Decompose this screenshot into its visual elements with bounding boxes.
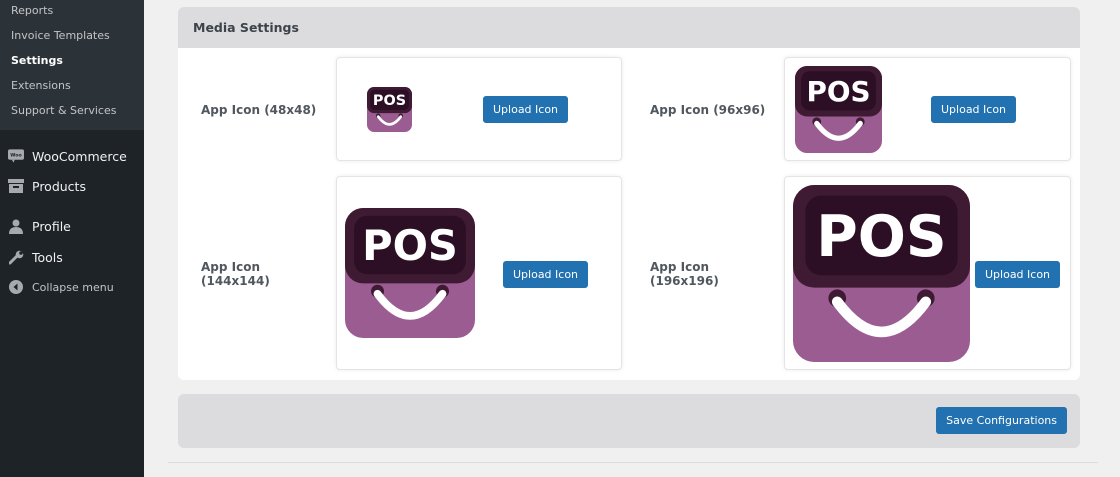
app-icon-196-box: POS Upload Icon (784, 176, 1071, 370)
menu-item-tools[interactable]: Tools (0, 242, 144, 272)
app-icon-144-label: App Icon (144x144) (201, 260, 271, 288)
upload-icon-144-button[interactable]: Upload Icon (503, 261, 589, 288)
save-configurations-button[interactable]: Save Configurations (936, 407, 1067, 434)
pos-app-icon-196: POS (793, 185, 970, 362)
submenu-item-reports[interactable]: Reports (11, 4, 53, 18)
pos-logo-text: POS (806, 75, 870, 108)
app-icon-144-label-text: App Icon (144x144) (201, 260, 270, 288)
svg-text:Woo: Woo (10, 152, 22, 158)
app-icon-144-box: POS Upload Icon (336, 176, 622, 370)
footer-divider (168, 462, 1098, 463)
app-icon-48-box: POS Upload Icon (336, 57, 622, 161)
collapse-menu-label: Collapse menu (32, 280, 114, 294)
admin-sidebar: Reports Invoice Templates Settings Exten… (0, 0, 144, 477)
pos-app-icon-96: POS (795, 66, 882, 153)
menu-label-products: Products (32, 178, 86, 194)
submenu-item-settings[interactable]: Settings (11, 54, 63, 68)
app-icon-196-label-text: App Icon (196x196) (650, 260, 719, 288)
user-icon (8, 218, 24, 234)
pos-logo-text: POS (373, 93, 406, 109)
submenu-item-extensions[interactable]: Extensions (11, 79, 71, 93)
pos-logo-text: POS (816, 204, 946, 270)
menu-item-products[interactable]: Products (0, 171, 144, 201)
media-settings-header: Media Settings (178, 7, 1080, 48)
menu-item-profile[interactable]: Profile (0, 211, 144, 241)
app-icon-96-label: App Icon (96x96) (650, 103, 766, 117)
wrench-icon (8, 249, 24, 265)
submenu-item-invoice-templates[interactable]: Invoice Templates (11, 29, 110, 43)
app-icon-96-box: POS Upload Icon (784, 57, 1071, 161)
save-panel: Save Configurations (178, 394, 1080, 448)
pos-app-icon-48: POS (367, 87, 412, 132)
menu-label-tools: Tools (32, 249, 63, 265)
upload-icon-48-button[interactable]: Upload Icon (483, 96, 569, 123)
pos-logo-text: POS (362, 221, 458, 270)
settings-submenu: Reports Invoice Templates Settings Exten… (0, 0, 144, 130)
woocommerce-icon: Woo (8, 148, 24, 164)
menu-item-woocommerce[interactable]: Woo WooCommerce (0, 141, 144, 171)
archive-icon (8, 178, 24, 194)
pos-app-icon-144: POS (345, 208, 475, 338)
app-icon-48-label: App Icon (48x48) (201, 103, 317, 117)
submenu-item-support-services[interactable]: Support & Services (11, 104, 116, 118)
collapse-arrow-icon (8, 279, 24, 295)
collapse-menu-button[interactable]: Collapse menu (0, 272, 144, 302)
menu-label-woocommerce: WooCommerce (32, 148, 127, 164)
upload-icon-96-button[interactable]: Upload Icon (931, 96, 1017, 123)
media-settings-panel: Media Settings App Icon (48x48) POS Uplo… (178, 7, 1080, 380)
upload-icon-196-button[interactable]: Upload Icon (975, 261, 1061, 288)
media-settings-title: Media Settings (193, 20, 299, 35)
app-icon-196-label: App Icon (196x196) (650, 260, 720, 288)
menu-label-profile: Profile (32, 218, 71, 234)
